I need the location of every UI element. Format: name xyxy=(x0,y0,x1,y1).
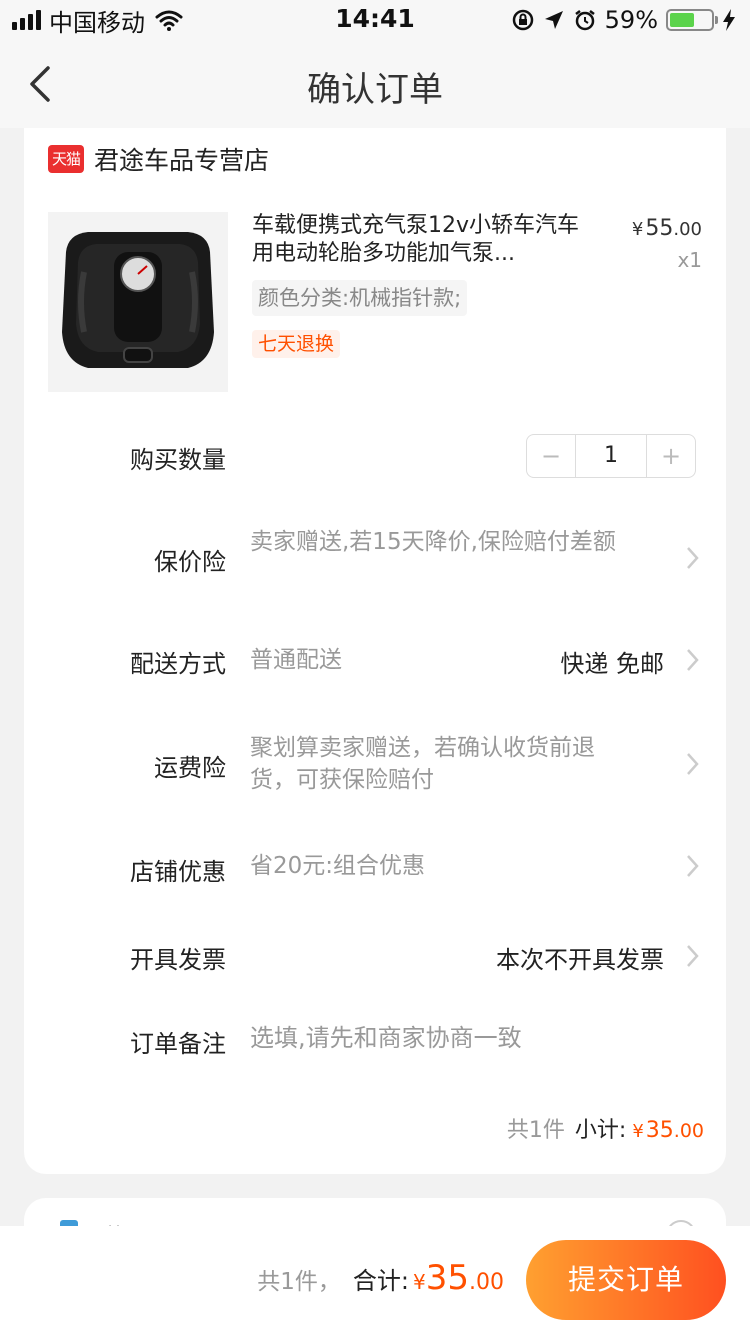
air-pump-image xyxy=(48,212,228,392)
order-card: 天猫 君途车品专营店 车载便携式充气泵12v小轿车汽车用电动轮胎多功能加气泵..… xyxy=(24,128,726,1174)
charging-icon xyxy=(723,9,735,31)
shop-discount-value: 省20元:组合优惠 xyxy=(250,853,426,879)
total-summary: 共1件， 合计: ¥35.00 xyxy=(257,1258,504,1298)
tmall-logo: 天猫 xyxy=(48,145,84,173)
bottom-bar: 共1件， 合计: ¥35.00 提交订单 xyxy=(0,1226,750,1334)
order-note-input[interactable]: 选填,请先和商家协商一致 xyxy=(250,1022,522,1054)
status-bar: 中国移动 14:41 59% xyxy=(0,0,750,40)
product-image[interactable] xyxy=(48,212,228,392)
subtotal-label: 小计: xyxy=(574,1118,627,1143)
price-currency: ¥ xyxy=(631,219,644,240)
invoice-label: 开具发票 xyxy=(130,946,226,974)
chevron-right-icon xyxy=(687,945,699,967)
total-label: 合计: xyxy=(352,1267,409,1295)
subtotal-dec: .00 xyxy=(673,1120,704,1142)
alarm-icon xyxy=(574,10,595,31)
subtotal-currency: ¥ xyxy=(632,1121,644,1142)
rotation-lock-icon xyxy=(512,9,533,31)
shipping-insurance-value: 聚划算卖家赠送，若确认收货前退货，可获保险赔付 xyxy=(250,735,595,793)
product-quantity: x1 xyxy=(677,248,702,272)
price-int: 55 xyxy=(645,216,674,241)
price-dec: .00 xyxy=(673,219,702,240)
subtotal-int: 35 xyxy=(645,1118,674,1143)
delivery-method: 快递 免邮 xyxy=(560,650,664,678)
product-title[interactable]: 车载便携式充气泵12v小轿车汽车用电动轮胎多功能加气泵... xyxy=(252,212,592,268)
subtotal-amount: ¥35.00 xyxy=(632,1118,704,1143)
total-dec: .00 xyxy=(469,1270,504,1295)
chevron-right-icon xyxy=(687,753,699,775)
chevron-right-icon xyxy=(687,649,699,671)
submit-order-button[interactable]: 提交订单 xyxy=(526,1240,726,1320)
price-protect-label: 保价险 xyxy=(154,548,226,576)
sku-tag[interactable]: 颜色分类:机械指针款; xyxy=(252,280,468,316)
battery-percent: 59% xyxy=(604,6,658,34)
battery-level xyxy=(670,13,694,27)
service-tag: 七天退换 xyxy=(252,330,341,358)
total-int: 35 xyxy=(425,1258,469,1298)
total-count: 共1件， xyxy=(257,1269,341,1295)
nav-bar: 确认订单 xyxy=(0,40,750,128)
price-protect-value: 卖家赠送,若15天降价,保险赔付差额 xyxy=(250,529,616,555)
quantity-stepper[interactable]: − 1 + xyxy=(526,434,696,478)
shop-header[interactable]: 天猫 君途车品专营店 xyxy=(48,142,269,176)
quantity-input[interactable]: 1 xyxy=(575,435,647,477)
chevron-right-icon xyxy=(687,547,699,569)
subtotal-count: 共1件 xyxy=(506,1118,565,1143)
total-currency: ¥ xyxy=(413,1270,426,1294)
shipping-insurance-label: 运费险 xyxy=(154,754,226,782)
decrement-button[interactable]: − xyxy=(527,435,575,477)
product-price: ¥55.00 xyxy=(632,216,702,241)
order-note-label: 订单备注 xyxy=(130,1030,226,1058)
subtotal: 共1件 小计: ¥35.00 xyxy=(507,1112,704,1144)
quantity-label: 购买数量 xyxy=(130,446,226,474)
shop-discount-label: 店铺优惠 xyxy=(130,858,226,886)
battery-icon xyxy=(666,9,718,31)
status-right: 59% xyxy=(511,6,736,34)
chevron-right-icon xyxy=(687,855,699,877)
shop-name[interactable]: 君途车品专营店 xyxy=(94,141,269,177)
invoice-value: 本次不开具发票 xyxy=(496,946,664,974)
delivery-label: 配送方式 xyxy=(130,650,226,678)
page-title: 确认订单 xyxy=(307,70,443,110)
delivery-value: 普通配送 xyxy=(250,647,342,673)
location-icon xyxy=(544,11,563,29)
increment-button[interactable]: + xyxy=(647,435,695,477)
